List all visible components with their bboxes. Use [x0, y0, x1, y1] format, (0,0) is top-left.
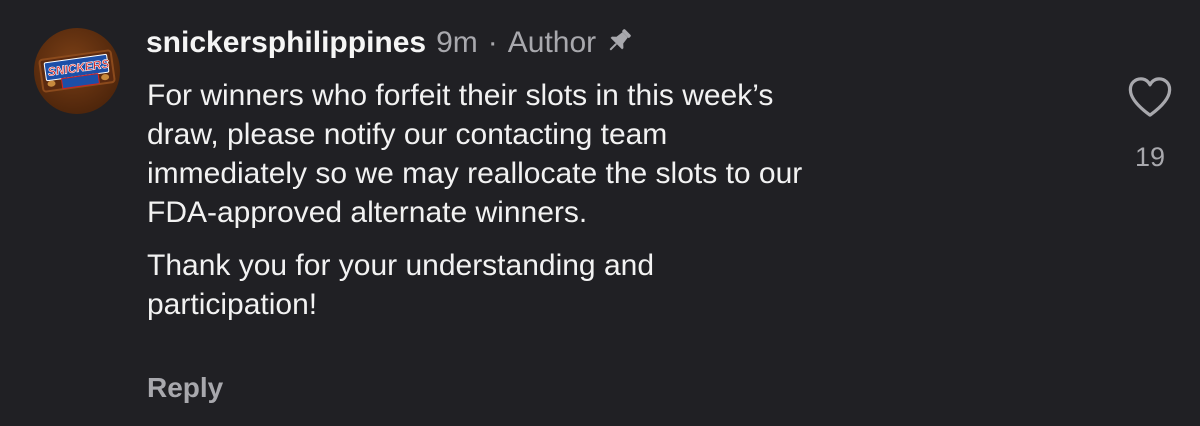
- comment-paragraph: Thank you for your understanding and par…: [147, 249, 654, 321]
- like-control[interactable]: 19: [1124, 76, 1176, 173]
- username[interactable]: snickersphilippines: [146, 26, 426, 60]
- avatar[interactable]: SNICKERS: [34, 28, 120, 114]
- comment-paragraph: For winners who forfeit their slots in t…: [147, 79, 803, 229]
- snickers-logo: SNICKERS: [37, 49, 117, 93]
- author-badge: Author: [507, 26, 597, 59]
- timestamp: 9m: [436, 26, 478, 59]
- heart-icon[interactable]: [1127, 76, 1173, 118]
- like-count: 19: [1134, 142, 1166, 172]
- peanut-decoration: [47, 80, 56, 88]
- comment-header: snickersphilippines 9m · Author: [146, 22, 634, 66]
- meta-separator: ·: [487, 26, 498, 59]
- reply-button[interactable]: Reply: [147, 372, 223, 404]
- comment: SNICKERS snickersphilippines 9m · Author…: [0, 0, 1200, 426]
- peanut-decoration: [100, 73, 110, 81]
- pin-icon: [604, 26, 634, 56]
- comment-body: For winners who forfeit their slots in t…: [147, 76, 1067, 338]
